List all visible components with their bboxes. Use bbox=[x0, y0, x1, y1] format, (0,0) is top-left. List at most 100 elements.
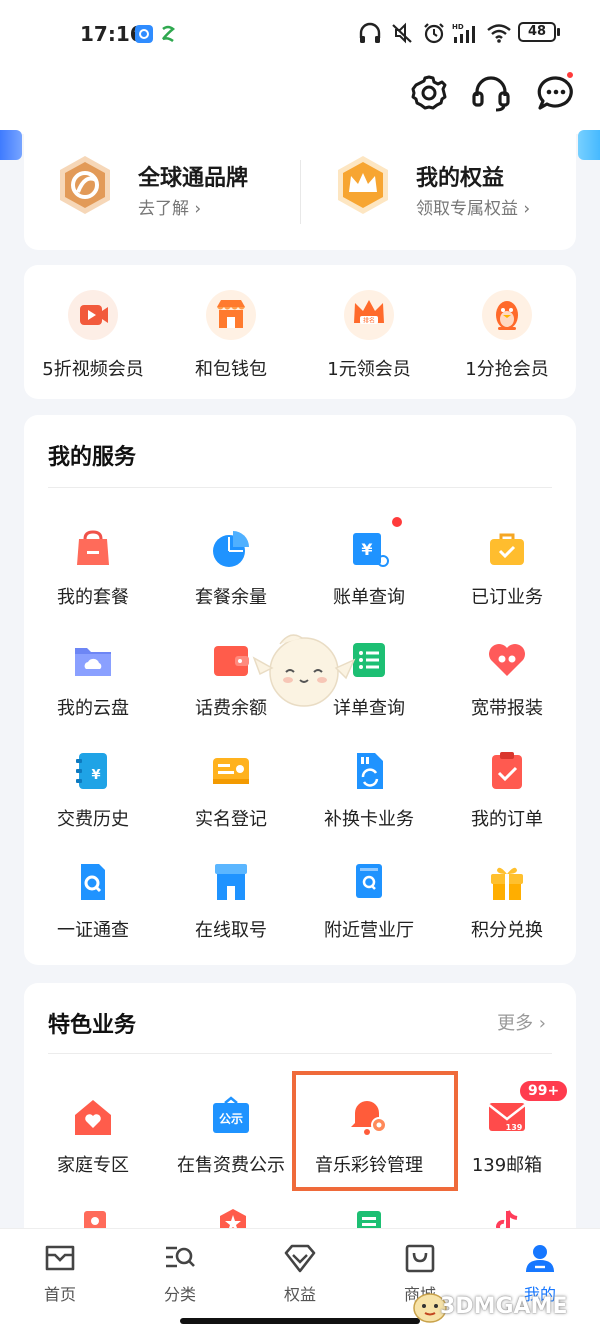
battery-tip bbox=[557, 28, 560, 36]
promo-hebao-wallet[interactable]: 和包钱包 bbox=[162, 289, 300, 389]
gear-icon[interactable] bbox=[408, 72, 450, 114]
brand-quanqiutong[interactable]: 全球通品牌 去了解 › bbox=[24, 150, 284, 234]
feature-family-zone[interactable]: 家庭专区 bbox=[24, 1095, 162, 1185]
promo-card: 5折视频会员 和包钱包 排名 1元领会员 1分抢会员 bbox=[24, 265, 576, 399]
mascot-image[interactable] bbox=[250, 622, 358, 714]
shopping-bag-tab-icon bbox=[405, 1244, 435, 1273]
more-link[interactable]: 更多 › bbox=[497, 1009, 546, 1035]
brand-sub-link[interactable]: 去了解 › bbox=[138, 194, 201, 219]
service-broadband[interactable]: 宽带报装 bbox=[438, 638, 576, 728]
brand-sub-link[interactable]: 领取专属权益 › bbox=[416, 194, 530, 219]
notice-board-icon: 公示 bbox=[213, 1096, 249, 1133]
battery-indicator: 48 bbox=[518, 22, 556, 42]
brand-divider bbox=[300, 160, 301, 224]
heart-icon bbox=[489, 644, 525, 676]
app-notification-icon bbox=[135, 25, 153, 43]
mail-icon: 139 bbox=[488, 1103, 526, 1132]
promo-label: 5折视频会员 bbox=[42, 359, 144, 380]
grid-label: 我的套餐 bbox=[57, 587, 129, 608]
mail-text: 139 bbox=[506, 1123, 523, 1132]
home-indicator[interactable] bbox=[180, 1318, 420, 1324]
yen-text: ¥ bbox=[361, 540, 372, 559]
china-mobile-icon bbox=[162, 25, 176, 43]
tab-label: 分类 bbox=[163, 1285, 196, 1304]
service-plan-balance[interactable]: 套餐余量 bbox=[162, 527, 300, 617]
banner-edge-right bbox=[578, 130, 600, 160]
grid-label: 交费历史 bbox=[57, 809, 129, 830]
promo-1fen-member[interactable]: 1分抢会员 bbox=[438, 289, 576, 389]
grid-label: 套餐余量 bbox=[195, 587, 267, 608]
location-doc-icon bbox=[356, 864, 382, 898]
grid-label: 宽带报装 bbox=[471, 698, 543, 719]
user-tab-icon bbox=[526, 1245, 554, 1272]
grid-label: 补换卡业务 bbox=[324, 809, 414, 830]
search-card-icon bbox=[81, 864, 105, 900]
brand-title: 全球通品牌 bbox=[138, 166, 249, 191]
battery-level: 48 bbox=[527, 24, 547, 39]
section-divider bbox=[48, 1053, 552, 1054]
service-bill-query[interactable]: ¥ 账单查询 bbox=[300, 527, 438, 617]
promo-1yuan-member[interactable]: 排名 1元领会员 bbox=[300, 289, 438, 389]
service-real-name[interactable]: 实名登记 bbox=[162, 749, 300, 839]
tab-category[interactable]: 分类 bbox=[120, 1241, 240, 1305]
pie-chart-icon bbox=[213, 531, 249, 567]
clipboard-check-icon bbox=[492, 752, 522, 789]
brand-my-rights[interactable]: 我的权益 领取专属权益 › bbox=[302, 150, 562, 234]
tab-label: 首页 bbox=[43, 1285, 76, 1304]
wifi-icon bbox=[487, 24, 511, 43]
service-sim-replace[interactable]: 补换卡业务 bbox=[300, 749, 438, 839]
wallet-icon bbox=[214, 646, 249, 676]
promo-label: 和包钱包 bbox=[195, 359, 267, 380]
section-title: 我的服务 bbox=[48, 445, 137, 470]
alarm-icon bbox=[424, 23, 444, 44]
grid-label: 账单查询 bbox=[333, 587, 405, 608]
house-heart-icon bbox=[75, 1100, 111, 1135]
sim-card-icon bbox=[357, 753, 383, 789]
public-text: 公示 bbox=[219, 1112, 243, 1126]
service-id-query[interactable]: 一证通查 bbox=[24, 860, 162, 950]
service-online-ticket[interactable]: 在线取号 bbox=[162, 860, 300, 950]
message-badge-dot bbox=[565, 70, 575, 80]
grid-label: 我的云盘 bbox=[57, 698, 129, 719]
bill-badge-dot bbox=[390, 515, 404, 529]
grid-label: 在售资费公示 bbox=[177, 1155, 285, 1176]
service-my-plan[interactable]: 我的套餐 bbox=[24, 527, 162, 617]
watermark-text: 3DMGAME bbox=[440, 1294, 568, 1319]
promo-video-member[interactable]: 5折视频会员 bbox=[24, 289, 162, 389]
grid-label: 实名登记 bbox=[195, 809, 267, 830]
diamond-tab-icon bbox=[284, 1244, 316, 1273]
grid-label: 已订业务 bbox=[471, 587, 543, 608]
service-points-exchange[interactable]: 积分兑换 bbox=[438, 860, 576, 950]
globe-brand-icon bbox=[60, 156, 110, 214]
storefront-icon bbox=[215, 864, 247, 900]
payment-book-icon: ¥ bbox=[76, 753, 107, 789]
grid-label: 在线取号 bbox=[195, 920, 267, 941]
banner-edge-left bbox=[0, 130, 22, 160]
grid-label: 我的订单 bbox=[471, 809, 543, 830]
bag-icon bbox=[77, 530, 109, 565]
section-divider bbox=[48, 487, 552, 488]
service-cloud-drive[interactable]: 我的云盘 bbox=[24, 638, 162, 728]
tab-rights[interactable]: 权益 bbox=[240, 1241, 360, 1305]
tab-home[interactable]: 首页 bbox=[0, 1241, 120, 1305]
feature-tariff-notice[interactable]: 公示 在售资费公示 bbox=[162, 1095, 300, 1185]
rank-text: 排名 bbox=[363, 317, 375, 325]
section-title: 特色业务 bbox=[48, 1013, 137, 1038]
headset-icon[interactable] bbox=[470, 72, 512, 114]
cloud-folder-icon bbox=[75, 648, 111, 676]
service-subscribed[interactable]: 已订业务 bbox=[438, 527, 576, 617]
service-my-orders[interactable]: 我的订单 bbox=[438, 749, 576, 839]
penguin-icon bbox=[482, 290, 532, 340]
signal-icon: HD bbox=[452, 23, 475, 43]
feature-139-mail[interactable]: 139 139邮箱 bbox=[438, 1095, 576, 1185]
mail-count-badge: 99+ bbox=[518, 1079, 570, 1103]
grid-label: 附近营业厅 bbox=[324, 920, 414, 941]
status-bar: 17:16 HD 48 bbox=[0, 0, 600, 64]
crown-rank-icon: 排名 bbox=[344, 290, 394, 340]
gift-icon bbox=[491, 867, 523, 900]
crown-icon bbox=[338, 156, 388, 214]
briefcase-check-icon bbox=[490, 533, 524, 565]
service-payment-history[interactable]: ¥ 交费历史 bbox=[24, 749, 162, 839]
service-nearby-hall[interactable]: 附近营业厅 bbox=[300, 860, 438, 950]
bill-icon: ¥ bbox=[353, 533, 389, 567]
